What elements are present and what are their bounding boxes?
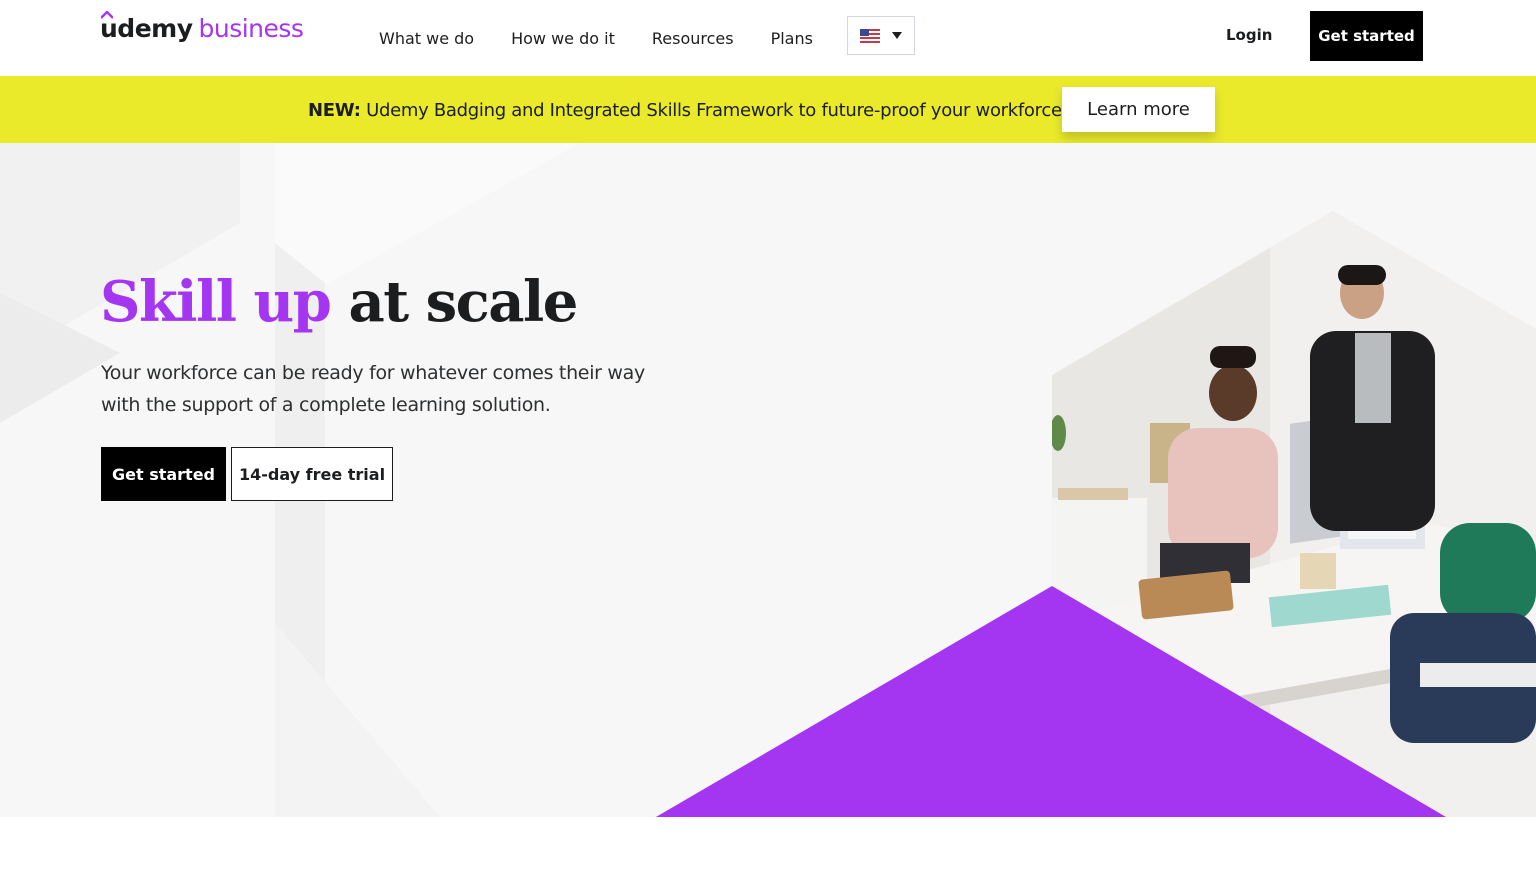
- hero-title: Skill up at scale: [100, 269, 578, 335]
- hero-get-started-button[interactable]: Get started: [101, 447, 226, 501]
- hero-subtitle: Your workforce can be ready for whatever…: [101, 362, 645, 416]
- nav-item-resources[interactable]: Resources: [652, 29, 734, 48]
- hero-title-rest: at scale: [348, 269, 578, 335]
- free-trial-button[interactable]: 14-day free trial: [231, 447, 393, 501]
- hero-title-accent: Skill up: [100, 269, 332, 335]
- udemy-business-logo[interactable]: udemy business: [100, 11, 304, 54]
- us-flag-icon: [860, 28, 880, 43]
- logo-brand: udemy: [100, 14, 193, 43]
- nav-item-what-we-do[interactable]: What we do: [379, 29, 474, 48]
- login-link[interactable]: Login: [1226, 26, 1272, 44]
- hero-section: Skill up at scale Your workforce can be …: [0, 143, 1536, 817]
- nav-item-plans[interactable]: Plans: [771, 29, 813, 48]
- chevron-down-icon: [892, 32, 902, 39]
- announcement-banner: NEW: Udemy Badging and Integrated Skills…: [0, 76, 1536, 143]
- banner-text: Udemy Badging and Integrated Skills Fram…: [366, 100, 1068, 121]
- banner-prefix: NEW:: [308, 100, 361, 121]
- nav-item-how-we-do-it[interactable]: How we do it: [511, 29, 615, 48]
- banner-message: NEW: Udemy Badging and Integrated Skills…: [308, 100, 1067, 121]
- logo-product: business: [198, 14, 304, 43]
- language-select[interactable]: [847, 16, 915, 55]
- learn-more-button[interactable]: Learn more: [1062, 87, 1215, 132]
- site-header: udemy business What we do How we do it R…: [0, 0, 1536, 76]
- main-nav: What we do How we do it Resources Plans: [379, 0, 850, 76]
- header-get-started-button[interactable]: Get started: [1310, 11, 1423, 61]
- logo-cap-icon: [101, 11, 113, 19]
